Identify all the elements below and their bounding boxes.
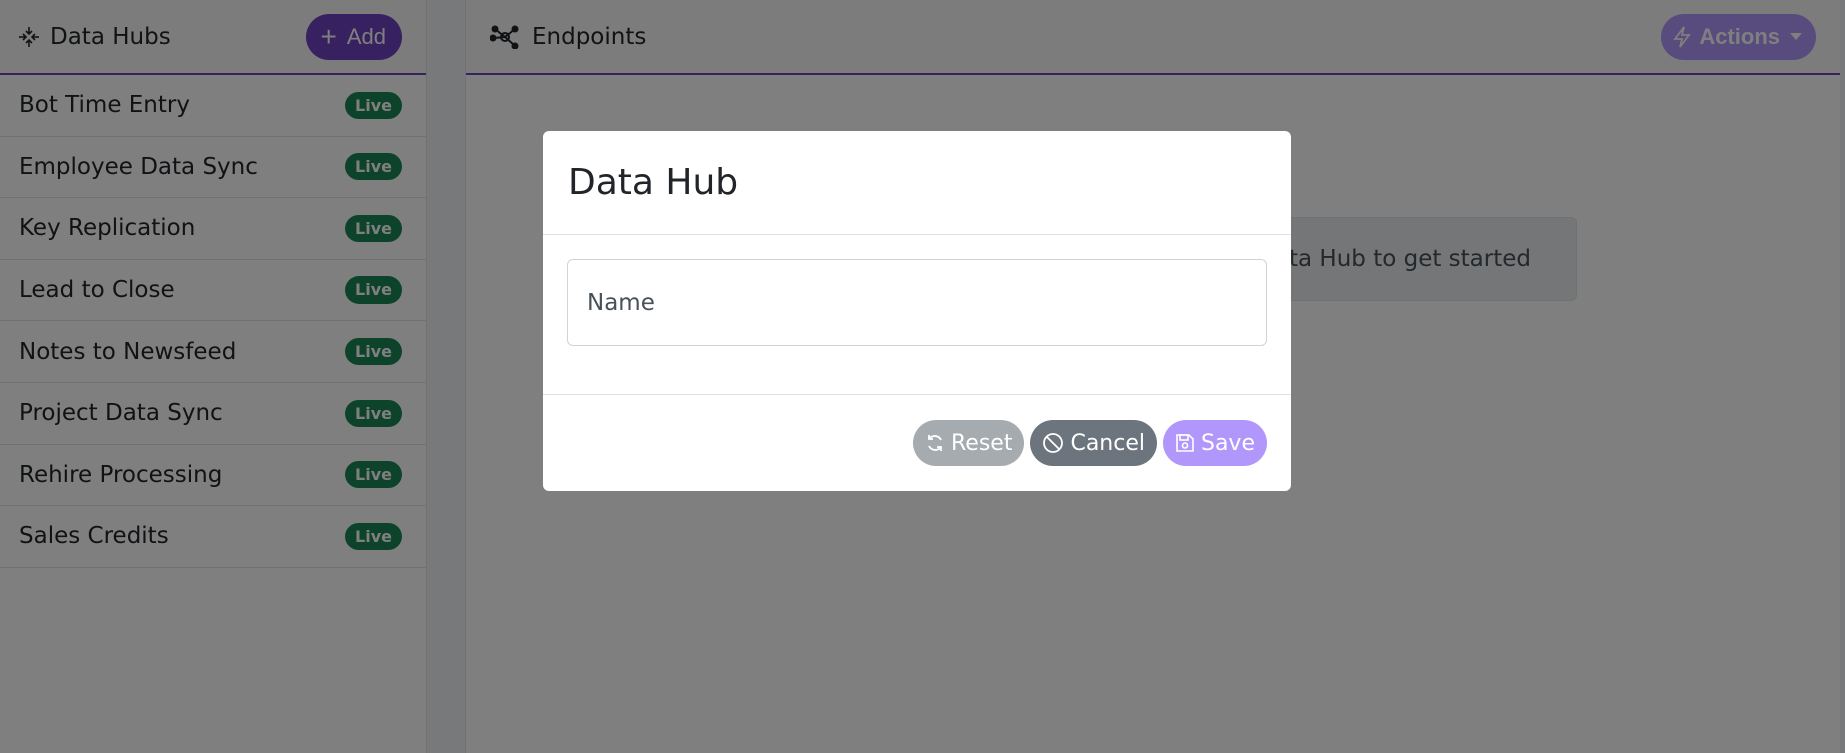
floppy-disk-icon <box>1175 433 1195 453</box>
cancel-button[interactable]: Cancel <box>1030 420 1157 466</box>
ban-icon <box>1042 432 1064 454</box>
save-label: Save <box>1200 430 1255 456</box>
modal-footer: Reset Cancel Save <box>543 395 1291 491</box>
cancel-label: Cancel <box>1070 430 1145 456</box>
name-input[interactable] <box>567 259 1267 346</box>
modal-body <box>543 235 1291 395</box>
modal-header: Data Hub <box>543 131 1291 235</box>
reset-label: Reset <box>950 430 1013 456</box>
modal-title: Data Hub <box>568 162 739 203</box>
reset-button[interactable]: Reset <box>912 420 1025 466</box>
data-hub-modal: Data Hub Reset Cancel <box>543 131 1291 491</box>
refresh-icon <box>925 433 945 453</box>
save-button[interactable]: Save <box>1162 420 1267 466</box>
